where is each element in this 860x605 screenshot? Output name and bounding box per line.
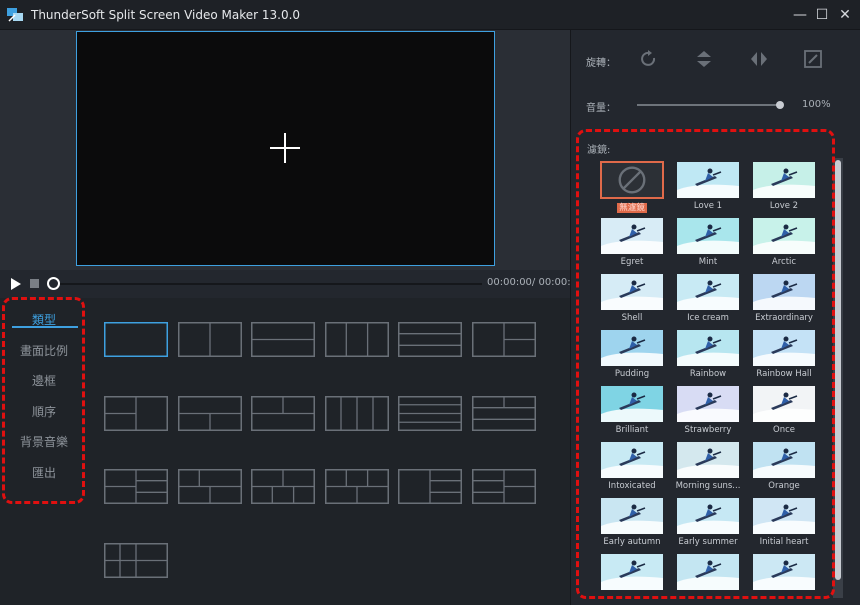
layout-template[interactable]	[251, 322, 315, 357]
layout-template[interactable]	[104, 469, 168, 504]
layout-template[interactable]	[104, 543, 168, 578]
edit-icon[interactable]	[803, 49, 823, 69]
seek-handle[interactable]	[47, 277, 60, 290]
layout-template[interactable]	[472, 469, 536, 504]
add-video-icon-vertical[interactable]	[284, 133, 286, 163]
app-logo-icon	[7, 8, 23, 22]
flip-horizontal-icon[interactable]	[749, 49, 769, 69]
minimize-button[interactable]: —	[791, 6, 809, 24]
layout-template[interactable]	[398, 396, 462, 431]
seek-bar[interactable]	[52, 283, 482, 285]
filter-scrollbar-thumb[interactable]	[835, 160, 841, 580]
layout-template[interactable]	[472, 396, 536, 431]
layout-template[interactable]	[178, 396, 242, 431]
annotation-box-categories	[2, 297, 85, 504]
flip-vertical-icon[interactable]	[694, 49, 714, 69]
time-readout: 00:00:00/ 00:00:00	[487, 277, 584, 288]
window-title: ThunderSoft Split Screen Video Maker 13.…	[31, 8, 301, 22]
rotate-icon[interactable]	[639, 49, 659, 69]
rotate-label: 旋轉：	[586, 58, 616, 69]
layout-template[interactable]	[472, 322, 536, 357]
volume-label: 音量：	[586, 103, 616, 114]
annotation-box-filters	[576, 129, 835, 599]
layout-template[interactable]	[325, 469, 389, 504]
layout-template[interactable]	[104, 396, 168, 431]
volume-slider[interactable]	[637, 104, 780, 106]
layout-template[interactable]	[251, 469, 315, 504]
layout-template[interactable]	[325, 322, 389, 357]
volume-value: 100%	[802, 99, 831, 110]
layout-template[interactable]	[325, 396, 389, 431]
layout-template[interactable]	[178, 469, 242, 504]
layout-template[interactable]	[398, 322, 462, 357]
close-button[interactable]: ✕	[836, 6, 854, 24]
play-icon[interactable]	[11, 278, 21, 290]
layout-template[interactable]	[178, 322, 242, 357]
layout-template[interactable]	[251, 396, 315, 431]
volume-slider-handle[interactable]	[776, 101, 784, 109]
layout-template[interactable]	[104, 322, 168, 357]
stop-icon[interactable]	[30, 279, 39, 288]
layout-template[interactable]	[398, 469, 462, 504]
maximize-button[interactable]: ☐	[813, 6, 831, 24]
